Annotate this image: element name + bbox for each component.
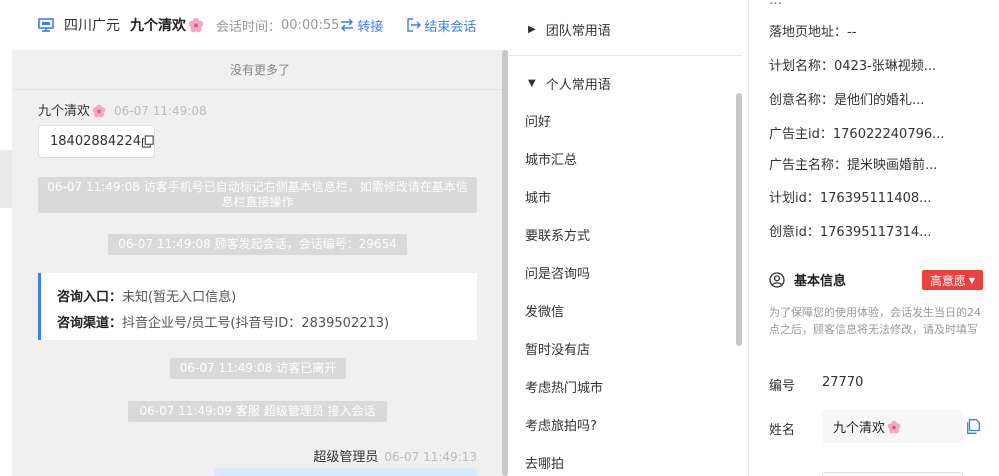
left-strip-highlight: [0, 150, 12, 208]
customer-message-time: 06-07 11:49:08: [114, 104, 207, 118]
info-row-creative-name: 创意名称：是他们的婚礼...: [769, 89, 924, 108]
number-value: 27770: [822, 375, 864, 390]
divider: [748, 0, 749, 476]
end-session-button[interactable]: 结束会话: [407, 16, 476, 35]
caret-down-icon: ▼: [968, 275, 976, 285]
customer-name: 九个清欢: [130, 18, 186, 34]
inquiry-entry-label: 咨询入口：: [57, 290, 123, 305]
copy-icon[interactable]: [966, 419, 980, 434]
info-row-advertiser-name: 广告主名称：提米映画婚前...: [769, 154, 937, 173]
flower-icon: [887, 420, 901, 433]
phrases-panel: ▶ 团队常用语 ▼ 个人常用语 问好 城市汇总 城市 要联系方式 问是咨询吗 发…: [508, 0, 749, 476]
phrase-item[interactable]: 城市汇总: [525, 149, 577, 168]
user-icon: [769, 271, 785, 288]
info-row-plan-id: 计划id：176395111408...: [769, 187, 932, 206]
inquiry-channel-label: 咨询渠道：: [57, 316, 123, 331]
edit-notice: 为了保障您的使用体验，会话发生当日的24点之后，顾客信息将无法修改，请及时填写: [769, 306, 981, 336]
next-field[interactable]: [822, 472, 963, 476]
info-row-advertiser-id: 广告主id：176022240796...: [769, 123, 945, 142]
phrase-item[interactable]: 要联系方式: [525, 225, 590, 244]
caret-right-icon: ▶: [528, 24, 536, 35]
inquiry-info-card: 咨询入口：未知(暂无入口信息) 咨询渠道：抖音企业号/员工号(抖音号ID：283…: [38, 273, 477, 340]
flower-icon: [188, 17, 204, 33]
info-label: 计划id：: [769, 191, 820, 206]
info-value: 176395117314...: [819, 225, 932, 240]
system-message: 06-07 11:49:08 顾客发起会话，会话编号：29654: [108, 234, 407, 255]
session-time-value: 00:00:55: [281, 17, 340, 33]
left-strip: [0, 0, 12, 476]
info-row-creative-id: 创意id：176395117314...: [769, 221, 932, 240]
personal-phrases-label: 个人常用语: [545, 78, 611, 93]
intent-label: 高意愿: [929, 273, 966, 288]
end-session-label: 结束会话: [424, 19, 477, 35]
system-message: 06-07 11:49:08 访客已离开: [170, 358, 346, 379]
chat-header: 四川广元 九个清欢 会话时间： 00:00:55 转接 结束会话: [12, 0, 508, 50]
customer-sender: 九个清欢: [38, 104, 91, 119]
info-row-partial: …: [769, 0, 782, 8]
name-label: 姓名: [769, 423, 796, 438]
no-more-text: 没有更多了: [229, 63, 290, 77]
info-value: 0423-张琳视频...: [834, 59, 937, 74]
basic-info-title: 基本信息: [769, 270, 846, 289]
monitor-icon: [38, 18, 54, 32]
transfer-button[interactable]: 转接: [340, 16, 383, 35]
phrase-item[interactable]: 问好: [525, 111, 551, 130]
info-label: 落地页地址：: [769, 25, 848, 40]
phrase-item[interactable]: 问是咨询吗: [525, 263, 590, 282]
phrase-item[interactable]: 发微信: [525, 301, 564, 320]
chat-panel: 四川广元 九个清欢 会话时间： 00:00:55 转接 结束会话 没有更多了 九…: [12, 0, 508, 476]
inquiry-channel-value: 抖音企业号/员工号(抖音号ID：2839502213): [122, 316, 390, 331]
personal-phrases-group[interactable]: ▼ 个人常用语: [528, 74, 611, 93]
info-row-plan-name: 计划名称：0423-张琳视频...: [769, 55, 936, 74]
agent-sender: 超级管理员: [313, 450, 379, 465]
phone-message-bubble[interactable]: 18402884224: [38, 125, 155, 158]
system-message: 06-07 11:49:09 客服 超级管理员 接入会话: [128, 401, 387, 422]
agent-message-time: 06-07 11:49:13: [384, 450, 477, 464]
info-label: 计划名称：: [769, 59, 835, 74]
caret-down-icon: ▼: [528, 78, 536, 89]
divider: [12, 89, 508, 90]
name-value: 九个清欢: [833, 421, 886, 436]
phrase-item[interactable]: 去哪拍: [525, 453, 564, 472]
info-value: 176022240796...: [832, 127, 945, 142]
inquiry-entry-value: 未知(暂无入口信息): [122, 290, 237, 305]
info-label: 创意id：: [769, 225, 820, 240]
phrase-item[interactable]: 城市: [525, 187, 551, 206]
info-label: 创意名称：: [769, 93, 835, 108]
phrases-scrollbar[interactable]: [736, 93, 742, 346]
team-phrases-label: 团队常用语: [545, 24, 611, 39]
phrase-item[interactable]: 考虑旅拍吗?: [525, 415, 597, 434]
name-field[interactable]: 九个清欢: [822, 410, 963, 443]
info-row-landing-page: 落地页地址：--: [769, 21, 856, 40]
agent-message-header: 超级管理员 06-07 11:49:13: [313, 446, 477, 465]
info-label: 广告主名称：: [769, 158, 848, 173]
phrase-item[interactable]: 暂时没有店: [525, 339, 590, 358]
info-value: 176395111408...: [819, 191, 932, 206]
copy-icon[interactable]: [141, 135, 154, 148]
customer-message-header: 九个清欢 06-07 11:49:08: [38, 100, 207, 119]
info-value: 提米映画婚前...: [847, 158, 938, 173]
phone-number-text: 18402884224: [50, 134, 141, 149]
number-label: 编号: [769, 379, 796, 394]
exit-icon: [407, 18, 422, 32]
transfer-label: 转接: [357, 19, 384, 35]
intent-dropdown[interactable]: 高意愿 ▼: [922, 270, 983, 290]
info-value: --: [847, 25, 857, 40]
info-value: 是他们的婚礼...: [834, 93, 925, 108]
basic-info-label: 基本信息: [794, 274, 847, 289]
customer-region: 四川广元: [64, 18, 120, 34]
team-phrases-group[interactable]: ▶ 团队常用语: [528, 20, 611, 39]
customer-info-panel: … 落地页地址：-- 计划名称：0423-张琳视频... 创意名称：是他们的婚礼…: [750, 0, 999, 476]
session-time-label: 会话时间：: [216, 19, 282, 35]
phrase-item[interactable]: 考虑热门城市: [525, 377, 603, 396]
flower-icon: [92, 104, 106, 118]
system-message: 06-07 11:49:08 访客手机号已自动标记右侧基本信息栏，如需修改请在基…: [38, 177, 477, 213]
info-label: 广告主id：: [769, 127, 833, 142]
agent-message-bubble: [214, 468, 477, 476]
transfer-icon: [341, 18, 354, 32]
divider: [508, 55, 742, 56]
